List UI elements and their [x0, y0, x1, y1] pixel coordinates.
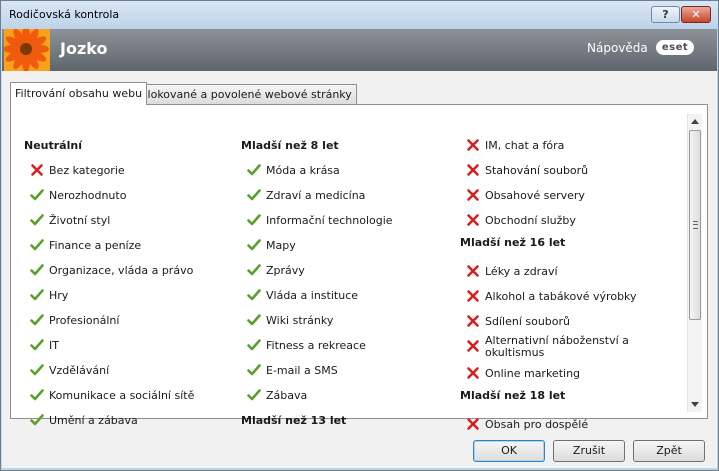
- category-label: Zdraví a medicína: [266, 189, 366, 202]
- allowed-check-icon[interactable]: [30, 188, 44, 202]
- blocked-cross-icon[interactable]: [30, 163, 44, 177]
- category-label: IT: [49, 339, 59, 352]
- vertical-scrollbar[interactable]: [687, 114, 702, 412]
- close-button[interactable]: ✕: [681, 6, 711, 23]
- category-label: Obsah pro dospělé: [485, 418, 589, 431]
- category-label: Informační technologie: [266, 214, 393, 227]
- category-label: Sdílení souborů: [485, 315, 571, 328]
- allowed-check-icon[interactable]: [30, 313, 44, 327]
- allowed-check-icon[interactable]: [247, 163, 261, 177]
- parental-control-window: Rodičovská kontrola ? ✕ Jozko Nápověda e…: [0, 0, 719, 471]
- category-label: Komunikace a sociální sítě: [49, 389, 195, 402]
- category-label: Finance a peníze: [49, 239, 142, 252]
- category-label: Alkohol a tabákové výrobky: [485, 290, 637, 303]
- user-avatar: [4, 29, 50, 71]
- user-name: Jozko: [60, 39, 108, 58]
- allowed-check-icon[interactable]: [247, 363, 261, 377]
- blocked-cross-icon[interactable]: [466, 163, 480, 177]
- eset-logo: eset: [656, 40, 694, 55]
- category-label: Umění a zábava: [49, 414, 138, 427]
- blocked-cross-icon[interactable]: [466, 188, 480, 202]
- category-label: Nerozhodnuto: [49, 189, 127, 202]
- category-label: Obchodní služby: [485, 214, 576, 227]
- window-title: Rodičovská kontrola: [9, 8, 120, 21]
- allowed-check-icon[interactable]: [247, 188, 261, 202]
- allowed-check-icon[interactable]: [30, 213, 44, 227]
- allowed-check-icon[interactable]: [247, 338, 261, 352]
- blocked-cross-icon[interactable]: [466, 264, 480, 278]
- allowed-check-icon[interactable]: [247, 388, 261, 402]
- category-label: Zprávy: [266, 264, 305, 277]
- category-label: Alternativní náboženství a okultismus: [485, 334, 629, 359]
- category-label: IM, chat a fóra: [485, 139, 565, 152]
- category-label: Stahování souborů: [485, 164, 589, 177]
- blocked-cross-icon[interactable]: [466, 339, 480, 353]
- blocked-cross-icon[interactable]: [466, 138, 480, 152]
- category-group-header: Mladší než 18 let: [460, 389, 566, 402]
- allowed-check-icon[interactable]: [30, 388, 44, 402]
- category-group-header: Mladší než 16 let: [460, 236, 566, 249]
- help-button[interactable]: ?: [651, 6, 680, 23]
- allowed-check-icon[interactable]: [247, 213, 261, 227]
- category-label: Léky a zdraví: [485, 265, 558, 278]
- category-label: Móda a krása: [266, 164, 340, 177]
- dialog-client: Jozko Nápověda eset Filtrování obsahu we…: [2, 29, 717, 468]
- blocked-cross-icon[interactable]: [466, 314, 480, 328]
- blocked-cross-icon[interactable]: [466, 417, 480, 431]
- allowed-check-icon[interactable]: [247, 288, 261, 302]
- category-panel: Neutrální Bez kategorie Nerozhodnuto Životn…: [10, 104, 708, 431]
- allowed-check-icon[interactable]: [30, 288, 44, 302]
- tab-blocked-allowed-sites[interactable]: Blokované a povolené webové stránky: [135, 84, 357, 104]
- allowed-check-icon[interactable]: [247, 313, 261, 327]
- header-banner: Jozko Nápověda eset: [2, 29, 717, 71]
- blocked-cross-icon[interactable]: [466, 366, 480, 380]
- allowed-check-icon[interactable]: [30, 363, 44, 377]
- category-label: Vzdělávání: [49, 364, 110, 377]
- allowed-check-icon[interactable]: [30, 263, 44, 277]
- tab-web-content-filtering[interactable]: Filtrování obsahu webu: [10, 82, 148, 105]
- title-bar[interactable]: Rodičovská kontrola ? ✕: [1, 1, 718, 29]
- category-label: Mapy: [266, 239, 296, 252]
- category-label: Vláda a instituce: [266, 289, 359, 302]
- category-label: Bez kategorie: [49, 164, 125, 177]
- blocked-cross-icon[interactable]: [466, 213, 480, 227]
- back-button[interactable]: Zpět: [633, 440, 705, 462]
- grip-icon: [693, 221, 698, 229]
- category-label: Profesionální: [49, 314, 120, 327]
- category-label: Obsahové servery: [485, 189, 585, 202]
- ok-button[interactable]: OK: [473, 440, 545, 462]
- blocked-cross-icon[interactable]: [466, 289, 480, 303]
- category-label: Wiki stránky: [266, 314, 334, 327]
- category-group-header: Mladší než 13 let: [241, 414, 347, 427]
- help-link[interactable]: Nápověda: [587, 41, 648, 55]
- category-label: Online marketing: [485, 367, 581, 380]
- scroll-up-arrow-icon[interactable]: [691, 119, 699, 124]
- category-group-header: Neutrální: [24, 139, 82, 152]
- category-label: Zábava: [266, 389, 308, 402]
- category-group-header: Mladší než 8 let: [241, 139, 339, 152]
- cancel-button[interactable]: Zrušit: [553, 440, 625, 462]
- allowed-check-icon[interactable]: [30, 413, 44, 427]
- category-label: Hry: [49, 289, 69, 302]
- scroll-down-arrow-icon[interactable]: [691, 402, 699, 407]
- category-label: Organizace, vláda a právo: [49, 264, 194, 277]
- scroll-thumb[interactable]: [689, 130, 701, 320]
- allowed-check-icon[interactable]: [247, 263, 261, 277]
- allowed-check-icon[interactable]: [30, 338, 44, 352]
- category-label: E-mail a SMS: [266, 364, 338, 377]
- allowed-check-icon[interactable]: [247, 238, 261, 252]
- allowed-check-icon[interactable]: [30, 238, 44, 252]
- category-label: Fitness a rekreace: [266, 339, 366, 352]
- category-label: Životní styl: [49, 214, 111, 227]
